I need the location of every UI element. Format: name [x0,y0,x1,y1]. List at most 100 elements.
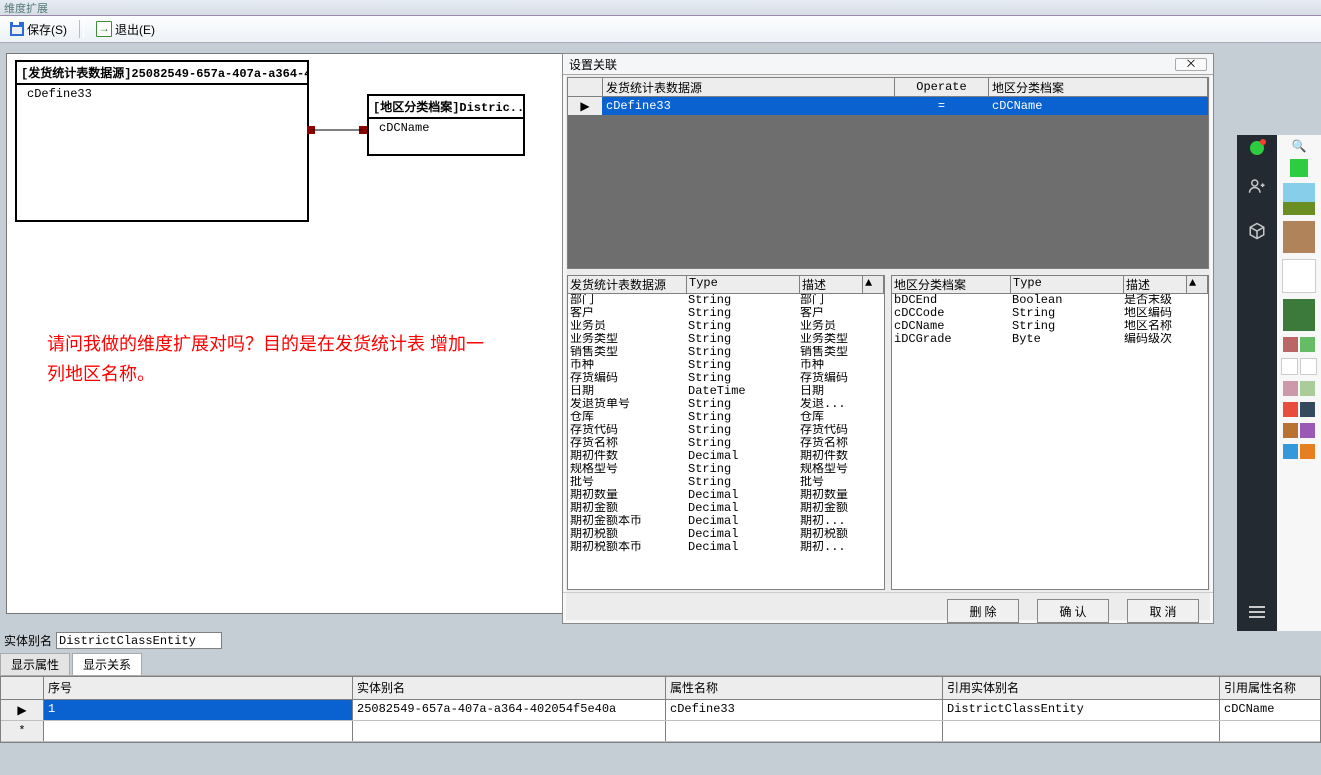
list-item[interactable]: 币种String币种 [568,359,884,372]
col-refentity[interactable]: 引用实体别名 [943,677,1220,699]
tab-relations[interactable]: 显示关系 [72,653,142,675]
thumbnail[interactable] [1283,221,1315,253]
cell-refattr[interactable]: cDCName [1220,700,1320,720]
target-col-type[interactable]: Type [1011,276,1124,293]
thumbnail-pair[interactable] [1283,402,1315,417]
entity-source-field[interactable]: cDefine33 [17,85,307,103]
alias-label: 实体别名 [4,632,52,649]
list-item[interactable]: 存货代码String存货代码 [568,424,884,437]
relation-col-target: 地区分类档案 [989,78,1208,96]
ok-button[interactable]: 确 认 [1037,599,1109,623]
list-item[interactable]: 期初税额本币Decimal期初... [568,541,884,554]
relation-grid[interactable]: 发货统计表数据源 Operate 地区分类档案 ▶ cDefine33 = cD… [567,77,1209,269]
toolbar: 保存(S) 退出(E) [0,16,1321,43]
list-item[interactable]: 仓库String仓库 [568,411,884,424]
entity-district-field[interactable]: cDCName [369,119,523,137]
col-refattr[interactable]: 引用属性名称 [1220,677,1320,699]
target-col-desc[interactable]: 描述 [1124,276,1187,293]
relation-cell-target[interactable]: cDCName [989,97,1208,115]
menu-icon[interactable] [1249,603,1265,621]
col-seq[interactable]: 序号 [44,677,353,699]
source-col-name[interactable]: 发货统计表数据源 [568,276,687,293]
dialog-close-button[interactable]: ⨉ [1175,58,1207,71]
list-item[interactable]: 规格型号String规格型号 [568,463,884,476]
thumbnail-pair[interactable] [1283,423,1315,438]
list-item[interactable]: 业务员String业务员 [568,320,884,333]
relation-line [313,128,361,134]
cell-refentity[interactable]: DistrictClassEntity [943,700,1220,720]
save-button[interactable]: 保存(S) [4,19,73,40]
list-item[interactable]: 期初数量Decimal期初数量 [568,489,884,502]
entity-source-title: [发货统计表数据源]25082549-657a-407a-a364-40... [21,67,307,81]
cell-seq[interactable]: 1 [44,700,353,720]
table-row-new[interactable]: * [1,721,1320,742]
cell-entity[interactable]: 25082549-657a-407a-a364-402054f5e40a [353,700,666,720]
source-fields-list[interactable]: 发货统计表数据源 Type 描述 ▲ 部门String部门客户String客户业… [567,275,885,590]
relation-cell-operate[interactable]: = [895,97,989,115]
list-item[interactable]: 存货编码String存货编码 [568,372,884,385]
delete-button[interactable]: 删 除 [947,599,1019,623]
chat-icon[interactable] [1250,141,1264,155]
list-item[interactable]: 发退货单号String发退... [568,398,884,411]
list-item[interactable]: 销售类型String销售类型 [568,346,884,359]
list-item[interactable]: 期初金额Decimal期初金额 [568,502,884,515]
toolbar-separator [79,20,84,38]
list-item[interactable]: bDCEndBoolean是否末级 [892,294,1208,307]
entity-box-source[interactable]: [发货统计表数据源]25082549-657a-407a-a364-40... … [15,60,309,222]
entity-box-district[interactable]: [地区分类档案]Distric... cDCName [367,94,525,156]
list-item[interactable]: 客户String客户 [568,307,884,320]
set-relation-dialog: 设置关联 ⨉ 发货统计表数据源 Operate 地区分类档案 ▶ cDefine… [562,53,1214,624]
scroll-up-icon[interactable]: ▲ [1187,276,1208,293]
thumbnail-pair[interactable] [1283,337,1315,352]
relation-table[interactable]: 序号 实体别名 属性名称 引用实体别名 引用属性名称 ▶ 1 25082549-… [0,676,1321,743]
dialog-titlebar[interactable]: 设置关联 ⨉ [563,54,1213,75]
thumbnail[interactable] [1283,299,1315,331]
source-col-type[interactable]: Type [687,276,800,293]
relation-col-source: 发货统计表数据源 [603,78,895,96]
side-dock: 🔍 [1237,135,1321,631]
search-icon[interactable]: 🔍 [1292,139,1307,153]
exit-icon [96,21,112,37]
col-entity[interactable]: 实体别名 [353,677,666,699]
list-item[interactable]: 存货名称String存货名称 [568,437,884,450]
table-row[interactable]: ▶ 1 25082549-657a-407a-a364-402054f5e40a… [1,700,1320,721]
dialog-title: 设置关联 [569,56,617,73]
cell-attr[interactable]: cDefine33 [666,700,943,720]
thumbnail-pair[interactable] [1283,381,1315,396]
list-item[interactable]: cDCCodeString地区编码 [892,307,1208,320]
alias-input[interactable] [56,632,222,649]
col-attr[interactable]: 属性名称 [666,677,943,699]
list-item[interactable]: 期初税额Decimal期初税额 [568,528,884,541]
relation-row-marker: ▶ [568,97,603,115]
tab-attributes[interactable]: 显示属性 [0,653,70,675]
list-item[interactable]: 期初件数Decimal期初件数 [568,450,884,463]
target-fields-list[interactable]: 地区分类档案 Type 描述 ▲ bDCEndBoolean是否末级cDCCod… [891,275,1209,590]
relation-cell-source[interactable]: cDefine33 [603,97,895,115]
below-region: 实体别名 显示属性 显示关系 序号 实体别名 属性名称 引用实体别名 引用属性名… [0,628,1321,743]
list-item[interactable]: 部门String部门 [568,294,884,307]
relation-grid-header: 发货统计表数据源 Operate 地区分类档案 [568,78,1208,97]
target-col-name[interactable]: 地区分类档案 [892,276,1011,293]
entity-district-title: [地区分类档案]Distric... [373,101,523,115]
contacts-icon[interactable] [1248,177,1266,200]
list-item[interactable]: 批号String批号 [568,476,884,489]
thumbnail[interactable] [1283,183,1315,215]
thumbnail-pair[interactable] [1281,358,1317,375]
list-item[interactable]: 业务类型String业务类型 [568,333,884,346]
thumbnail[interactable] [1282,259,1316,293]
cube-icon[interactable] [1248,222,1266,245]
scroll-up-icon[interactable]: ▲ [863,276,884,293]
cancel-button[interactable]: 取 消 [1127,599,1199,623]
list-item[interactable]: 期初金额本币Decimal期初... [568,515,884,528]
list-item[interactable]: iDCGradeByte编码级次 [892,333,1208,346]
exit-label: 退出(E) [115,21,155,38]
source-col-desc[interactable]: 描述 [800,276,863,293]
row-marker-new: * [1,721,44,741]
row-marker: ▶ [1,700,44,720]
list-item[interactable]: 日期DateTime日期 [568,385,884,398]
exit-button[interactable]: 退出(E) [90,19,161,40]
thumbnail-pair[interactable] [1283,444,1315,459]
relation-row-selected[interactable]: ▶ cDefine33 = cDCName [568,97,1208,115]
app-icon[interactable] [1290,159,1308,177]
list-item[interactable]: cDCNameString地区名称 [892,320,1208,333]
